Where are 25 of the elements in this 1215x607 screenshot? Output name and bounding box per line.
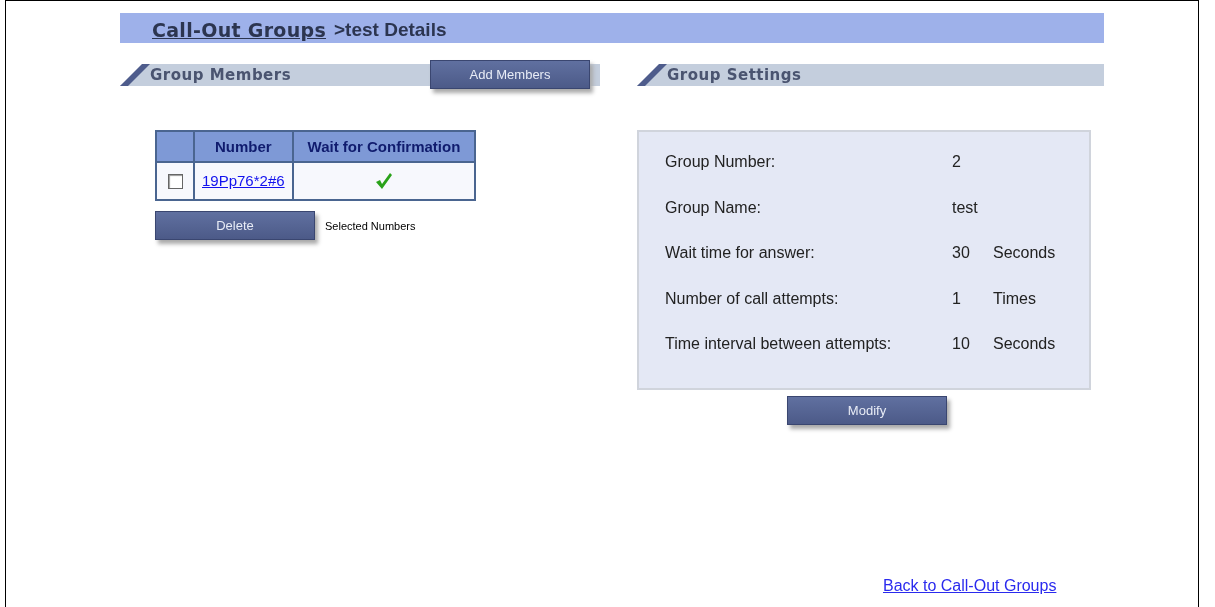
setting-value: 10	[952, 334, 971, 354]
setting-unit: Seconds	[993, 243, 1057, 263]
add-members-button[interactable]: Add Members	[430, 60, 590, 89]
modify-button[interactable]: Modify	[787, 395, 947, 425]
setting-unit: Seconds	[993, 334, 1057, 354]
page-title: >test Details	[334, 19, 447, 41]
setting-label: Wait time for answer:	[665, 243, 816, 263]
setting-label: Group Name:	[665, 197, 763, 218]
delete-button[interactable]: Delete	[155, 211, 315, 240]
section-title: Group Settings	[667, 66, 802, 84]
setting-value: 30	[952, 243, 971, 263]
row-checkbox[interactable]	[167, 174, 183, 190]
back-link[interactable]: Back to Call-Out Groups	[883, 577, 1057, 595]
setting-label: Time interval between attempts:	[665, 334, 893, 354]
setting-unit: Times	[993, 288, 1037, 309]
delete-note: Selected Numbers	[325, 219, 416, 232]
setting-label: Number of call attempts:	[665, 288, 840, 309]
setting-value: test	[952, 197, 979, 218]
section-title: Group Members	[150, 66, 292, 84]
column-header: Wait for Confirmation	[292, 131, 476, 162]
column-header: Number	[194, 131, 293, 162]
setting-value: 1	[952, 288, 962, 309]
breadcrumb-link[interactable]: Call-Out Groups	[152, 19, 326, 41]
setting-value: 2	[952, 152, 962, 172]
setting-label: Group Number:	[665, 152, 777, 172]
